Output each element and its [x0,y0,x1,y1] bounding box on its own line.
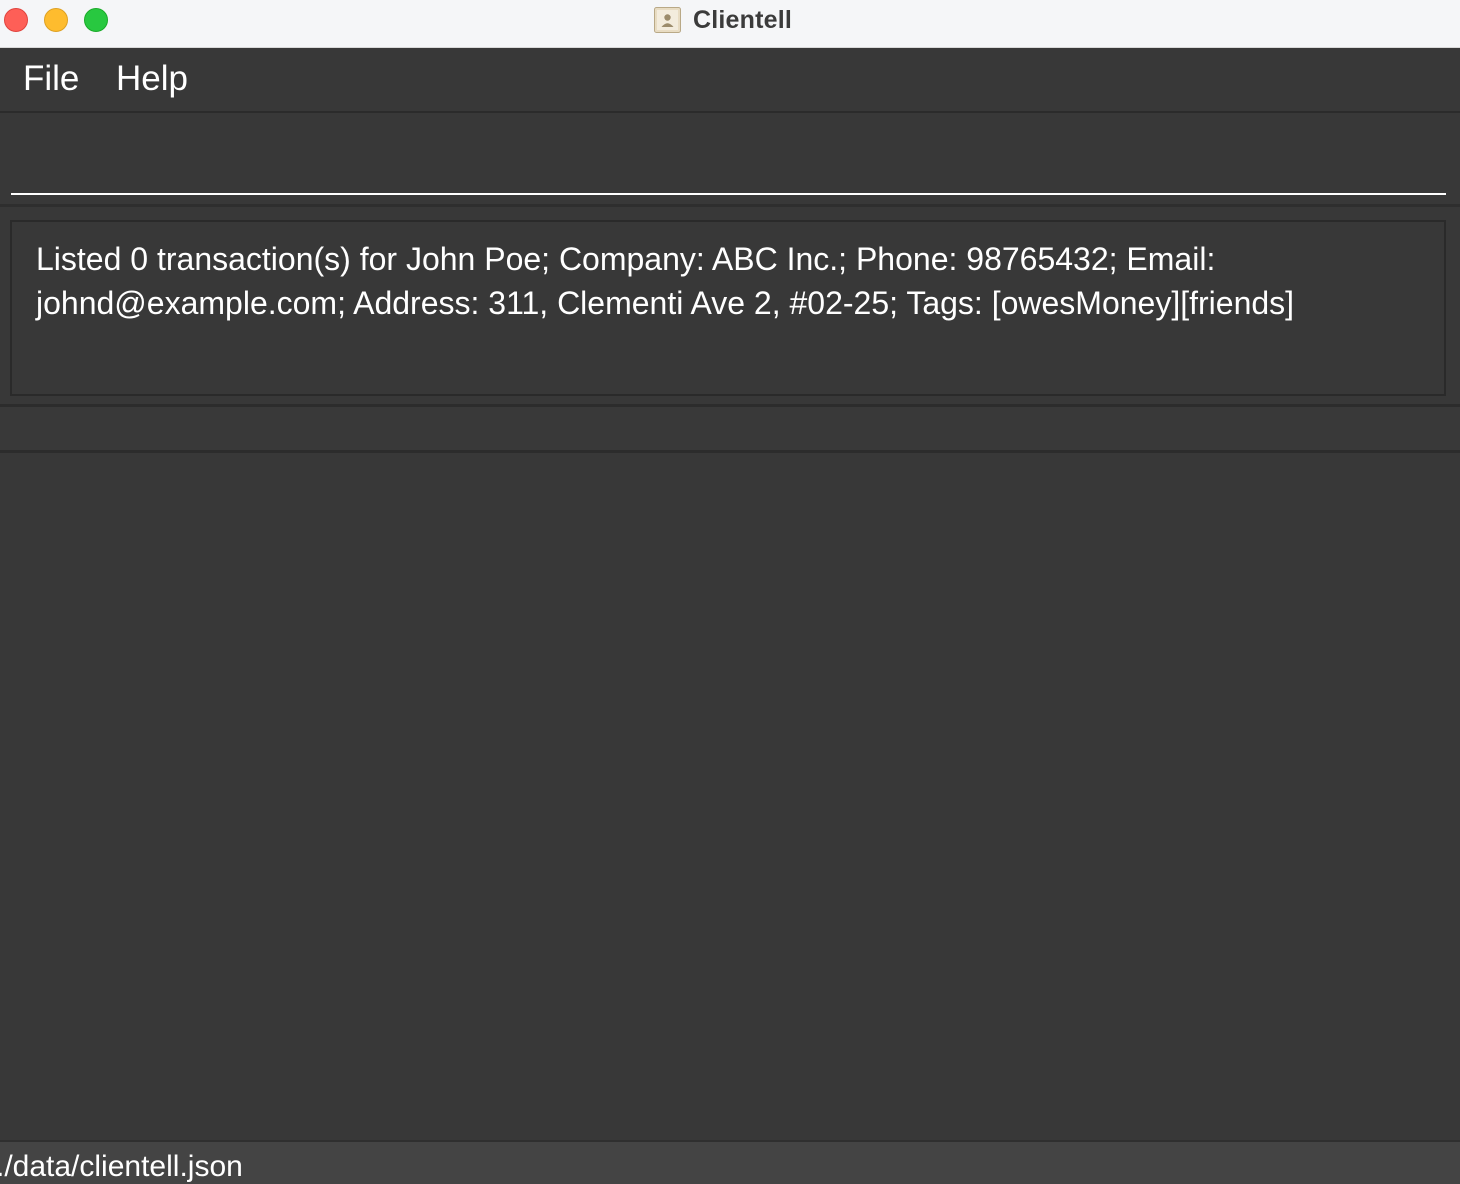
list-header-strip [0,407,1460,453]
minimize-window-button[interactable] [44,8,68,32]
app-window: Clientell File Help Listed 0 transaction… [0,0,1460,1184]
contact-book-icon [654,7,681,33]
close-window-button[interactable] [4,8,28,32]
command-box-container [0,113,1460,207]
status-bar: ./data/clientell.json [0,1140,1460,1184]
window-title-group: Clientell [654,5,792,35]
maximize-window-button[interactable] [84,8,108,32]
menu-help[interactable]: Help [116,59,188,99]
menu-bar: File Help [0,49,1460,113]
menu-file[interactable]: File [23,59,79,99]
save-file-path: ./data/clientell.json [0,1150,243,1183]
window-title: Clientell [693,5,793,34]
command-input[interactable] [11,121,1446,195]
result-display: Listed 0 transaction(s) for John Poe; Co… [10,220,1446,396]
result-display-container: Listed 0 transaction(s) for John Poe; Co… [0,207,1460,407]
title-bar: Clientell [0,0,1460,48]
transaction-list-panel[interactable] [0,453,1460,1140]
